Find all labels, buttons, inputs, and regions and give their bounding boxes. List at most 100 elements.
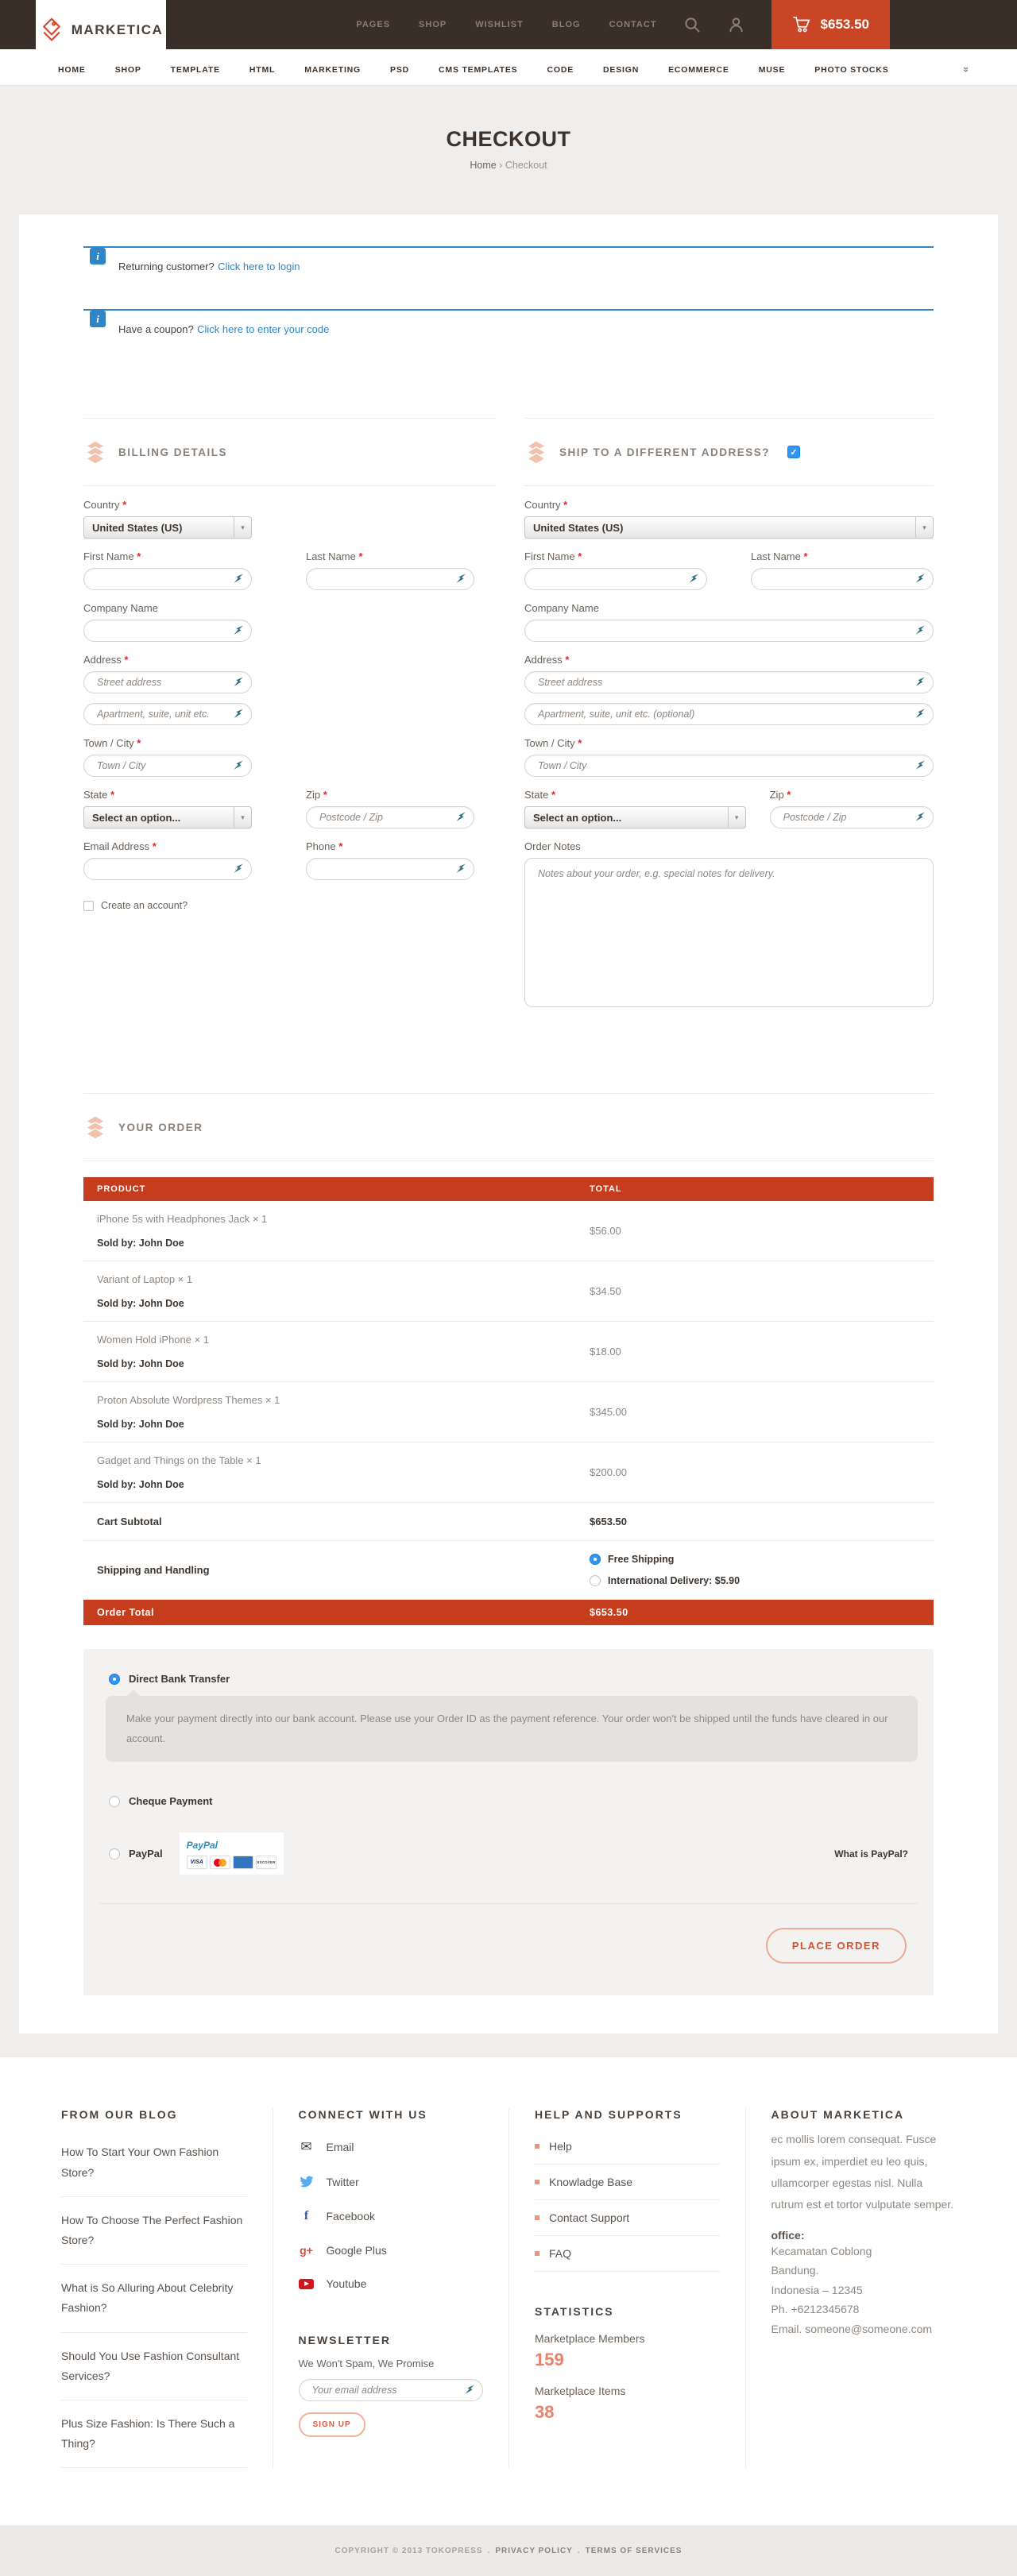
create-account-option[interactable]: Create an account? (83, 900, 497, 911)
social-link-facebook[interactable]: f Facebook (299, 2199, 484, 2234)
menu-item-design[interactable]: DESIGN (603, 65, 639, 75)
menu-item-home[interactable]: HOME (58, 65, 86, 75)
top-nav-blog[interactable]: BLOG (552, 20, 581, 29)
newsletter-email-input[interactable] (299, 2379, 484, 2401)
autofill-icon[interactable] (455, 573, 467, 589)
autofill-icon[interactable] (233, 624, 245, 640)
menu-item-muse[interactable]: MUSE (759, 65, 786, 75)
autofill-icon[interactable] (233, 676, 245, 692)
top-nav-contact[interactable]: CONTACT (609, 20, 657, 29)
autofill-icon[interactable] (915, 708, 926, 724)
bank-transfer-radio[interactable] (109, 1674, 120, 1685)
social-link-twitter[interactable]: Twitter (299, 2165, 484, 2199)
autofill-icon[interactable] (915, 676, 926, 692)
order-notes-textarea[interactable] (524, 858, 934, 1007)
billing-email-input[interactable] (83, 858, 252, 880)
billing-country-select[interactable]: United States (US) ▾ (83, 516, 252, 539)
blog-link[interactable]: What is So Alluring About Celebrity Fash… (61, 2265, 247, 2332)
shipping-country-select[interactable]: United States (US) ▾ (524, 516, 934, 539)
place-order-button[interactable]: PLACE ORDER (766, 1928, 907, 1964)
billing-last-name-input[interactable] (306, 568, 474, 590)
social-link-google-plus[interactable]: g+ Google Plus (299, 2234, 484, 2267)
create-account-checkbox[interactable] (83, 901, 94, 911)
free-shipping-option[interactable]: Free Shipping (590, 1554, 934, 1565)
billing-street-input[interactable] (83, 671, 252, 693)
autofill-icon[interactable] (464, 2384, 476, 2400)
blog-link[interactable]: How To Choose The Perfect Fashion Store? (61, 2197, 247, 2265)
menu-item-photo-stocks[interactable]: PHOTO STOCKS (814, 65, 888, 75)
autofill-icon[interactable] (915, 811, 926, 827)
coupon-link[interactable]: Click here to enter your code (197, 323, 329, 335)
help-link[interactable]: Knowladge Base (535, 2165, 720, 2200)
shipping-state-select[interactable]: Select an option... ▾ (524, 806, 746, 828)
international-delivery-option[interactable]: International Delivery: $5.90 (590, 1575, 934, 1586)
privacy-policy-link[interactable]: PRIVACY POLICY (495, 2547, 573, 2555)
breadcrumb-home[interactable]: Home (470, 160, 496, 171)
menu-item-cms-templates[interactable]: CMS TEMPLATES (439, 65, 517, 75)
menu-item-template[interactable]: TEMPLATE (171, 65, 220, 75)
autofill-icon[interactable] (455, 811, 467, 827)
terms-of-services-link[interactable]: TERMS OF SERVICES (586, 2547, 683, 2555)
cheque-payment-option[interactable]: Cheque Payment (99, 1795, 918, 1807)
autofill-icon[interactable] (915, 573, 926, 589)
search-icon[interactable] (684, 17, 701, 33)
billing-apartment-input[interactable] (83, 703, 252, 725)
autofill-icon[interactable] (233, 708, 245, 724)
autofill-icon[interactable] (233, 759, 245, 775)
autofill-icon[interactable] (688, 573, 700, 589)
brand-logo[interactable]: MARKETICA (36, 0, 166, 60)
billing-column: BILLING DETAILS Country * United States … (83, 418, 497, 1023)
menu-item-marketing[interactable]: MARKETING (304, 65, 361, 75)
autofill-icon[interactable] (915, 759, 926, 775)
billing-first-name-input[interactable] (83, 568, 252, 590)
billing-state-select[interactable]: Select an option... ▾ (83, 806, 252, 828)
paypal-option[interactable]: PayPal PayPal VISA DISCOVER What is PayP… (99, 1833, 918, 1875)
account-icon[interactable] (728, 17, 744, 33)
marketplace-items-value: 38 (535, 2402, 720, 2423)
shipping-company-label: Company Name (524, 602, 934, 614)
billing-company-input[interactable] (83, 620, 252, 642)
billing-town-input[interactable] (83, 755, 252, 777)
shipping-town-input[interactable] (524, 755, 934, 777)
shipping-last-name-input[interactable] (751, 568, 934, 590)
login-link[interactable]: Click here to login (218, 261, 300, 272)
shipping-zip-input[interactable] (770, 806, 934, 828)
menu-item-code[interactable]: CODE (547, 65, 574, 75)
shipping-apartment-input[interactable] (524, 703, 934, 725)
help-link[interactable]: Help (535, 2129, 720, 2165)
help-link[interactable]: FAQ (535, 2236, 720, 2272)
free-shipping-radio[interactable] (590, 1554, 601, 1565)
menu-item-psd[interactable]: PSD (390, 65, 409, 75)
menu-item-html[interactable]: HTML (249, 65, 275, 75)
cheque-payment-radio[interactable] (109, 1796, 120, 1807)
top-nav-shop[interactable]: SHOP (419, 20, 447, 29)
autofill-icon[interactable] (233, 863, 245, 879)
menu-item-ecommerce[interactable]: ECOMMERCE (668, 65, 729, 75)
autofill-icon[interactable] (233, 573, 245, 589)
cart-button[interactable]: $653.50 (771, 0, 890, 49)
social-link-youtube[interactable]: Youtube (299, 2267, 484, 2300)
ship-different-checkbox[interactable]: ✓ (787, 446, 800, 458)
menu-overflow-icon[interactable]: » (961, 67, 973, 72)
menu-item-shop[interactable]: SHOP (115, 65, 141, 75)
billing-zip-input[interactable] (306, 806, 474, 828)
help-link[interactable]: Contact Support (535, 2200, 720, 2236)
signup-button[interactable]: SIGN UP (299, 2412, 365, 2437)
top-nav-wishlist[interactable]: WISHLIST (475, 20, 524, 29)
blog-link[interactable]: Plus Size Fashion: Is There Such a Thing… (61, 2400, 247, 2468)
top-nav-pages[interactable]: PAGES (356, 20, 390, 29)
social-link-email[interactable]: ✉ Email (299, 2129, 484, 2165)
paypal-radio[interactable] (109, 1848, 120, 1860)
billing-phone-input[interactable] (306, 858, 474, 880)
shipping-first-name-input[interactable] (524, 568, 707, 590)
blog-link[interactable]: How To Start Your Own Fashion Store? (61, 2129, 247, 2196)
shipping-street-input[interactable] (524, 671, 934, 693)
autofill-icon[interactable] (915, 624, 926, 640)
what-is-paypal-link[interactable]: What is PayPal? (834, 1848, 918, 1860)
bank-transfer-option[interactable]: Direct Bank Transfer (99, 1673, 918, 1685)
paypal-cards-image: PayPal VISA DISCOVER (180, 1833, 284, 1875)
blog-link[interactable]: Should You Use Fashion Consultant Servic… (61, 2333, 247, 2400)
shipping-company-input[interactable] (524, 620, 934, 642)
autofill-icon[interactable] (455, 863, 467, 879)
international-delivery-radio[interactable] (590, 1575, 601, 1586)
